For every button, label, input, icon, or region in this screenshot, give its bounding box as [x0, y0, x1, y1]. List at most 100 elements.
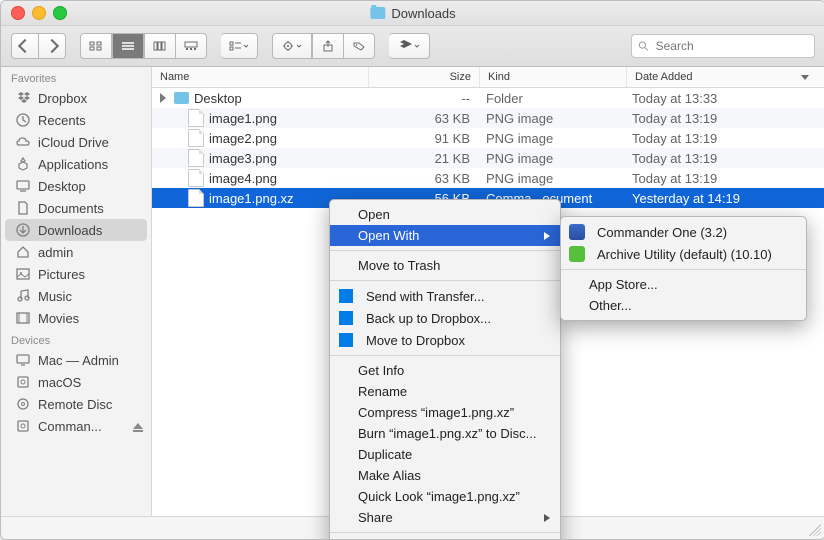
submenu-arrow-icon [544, 514, 550, 522]
file-name: image4.png [209, 171, 277, 186]
menu-item-move-to-trash[interactable]: Move to Trash [330, 255, 560, 276]
menu-item-label: Make Alias [358, 468, 421, 483]
menu-item-make-alias[interactable]: Make Alias [330, 465, 560, 486]
menu-item-open[interactable]: Open [330, 204, 560, 225]
sidebar-item-remote-disc[interactable]: Remote Disc [1, 393, 151, 415]
menu-item-label: Burn “image1.png.xz” to Disc... [358, 426, 536, 441]
file-kind-cell: PNG image [478, 171, 624, 186]
file-name-cell: Desktop [152, 91, 368, 106]
menu-item-burn-image1-png-xz-to-disc[interactable]: Burn “image1.png.xz” to Disc... [330, 423, 560, 444]
sidebar-item-label: macOS [38, 375, 81, 390]
menu-item-open-with[interactable]: Open With [330, 225, 560, 246]
menu-item-duplicate[interactable]: Duplicate [330, 444, 560, 465]
search-input[interactable] [654, 38, 808, 54]
file-kind-cell: PNG image [478, 111, 624, 126]
dropbox-group [389, 33, 430, 59]
file-row[interactable]: Desktop--FolderToday at 13:33 [152, 88, 824, 108]
view-gallery-button[interactable] [176, 33, 207, 59]
sidebar-item-dropbox[interactable]: Dropbox [1, 87, 151, 109]
sidebar-item-label: Movies [38, 311, 79, 326]
menu-item-label: Archive Utility (default) (10.10) [597, 247, 772, 262]
sidebar-item-label: Applications [38, 157, 108, 172]
file-date-cell: Today at 13:33 [624, 91, 824, 106]
share-button[interactable] [312, 33, 344, 59]
sidebar-section-header: Favorites [1, 67, 151, 87]
file-row[interactable]: image2.png91 KBPNG imageToday at 13:19 [152, 128, 824, 148]
menu-item-get-info[interactable]: Get Info [330, 360, 560, 381]
menu-item-send-with-transfer[interactable]: Send with Transfer... [330, 285, 560, 307]
sidebar-item-icloud-drive[interactable]: iCloud Drive [1, 131, 151, 153]
column-name[interactable]: Name [152, 67, 369, 87]
view-icon-button[interactable] [80, 33, 112, 59]
view-columns-button[interactable] [144, 33, 176, 59]
folder-icon [174, 92, 189, 104]
app-icon [569, 246, 585, 262]
view-buttons [80, 33, 207, 59]
file-icon [188, 129, 204, 147]
column-kind[interactable]: Kind [480, 67, 627, 87]
column-size[interactable]: Size [369, 67, 480, 87]
submenu-item-app-store[interactable]: App Store... [561, 274, 806, 295]
sidebar-item-comman-[interactable]: Comman... [1, 415, 151, 437]
desktop-icon [15, 178, 31, 194]
sidebar-item-label: iCloud Drive [38, 135, 109, 150]
menu-item-share[interactable]: Share [330, 507, 560, 528]
traffic-lights [1, 6, 67, 20]
submenu-item-commander-one-3-2[interactable]: Commander One (3.2) [561, 221, 806, 243]
sidebar-item-mac-admin[interactable]: Mac — Admin [1, 349, 151, 371]
menu-item-rename[interactable]: Rename [330, 381, 560, 402]
back-button[interactable] [11, 33, 39, 59]
menu-item-label: Share [358, 510, 393, 525]
dropbox-icon [338, 310, 354, 326]
sidebar-item-pictures[interactable]: Pictures [1, 263, 151, 285]
submenu-item-other[interactable]: Other... [561, 295, 806, 316]
file-row[interactable]: image4.png63 KBPNG imageToday at 13:19 [152, 168, 824, 188]
menu-item-back-up-to-dropbox[interactable]: Back up to Dropbox... [330, 307, 560, 329]
eject-icon[interactable] [133, 423, 143, 429]
file-icon [188, 149, 204, 167]
sidebar-item-downloads[interactable]: Downloads [5, 219, 147, 241]
dropbox-icon [15, 90, 31, 106]
search-field[interactable] [631, 34, 815, 58]
sidebar-item-desktop[interactable]: Desktop [1, 175, 151, 197]
sidebar-item-music[interactable]: Music [1, 285, 151, 307]
sidebar-item-admin[interactable]: admin [1, 241, 151, 263]
menu-item-quick-look-image1-png-xz[interactable]: Quick Look “image1.png.xz” [330, 486, 560, 507]
context-menu[interactable]: Open Open With Move to Trash Send with Tran… [329, 199, 561, 540]
file-date-cell: Today at 13:19 [624, 131, 824, 146]
forward-button[interactable] [39, 33, 66, 59]
disclosure-triangle-icon[interactable] [160, 93, 166, 103]
menu-item-move-to-dropbox[interactable]: Move to Dropbox [330, 329, 560, 351]
sidebar-item-documents[interactable]: Documents [1, 197, 151, 219]
column-date-added[interactable]: Date Added [627, 67, 824, 87]
file-kind-cell: PNG image [478, 151, 624, 166]
open-with-submenu[interactable]: Commander One (3.2) Archive Utility (defa… [560, 216, 807, 321]
menu-item-label: Move to Trash [358, 258, 440, 273]
gear-icon [281, 40, 303, 52]
sidebar-item-macos[interactable]: macOS [1, 371, 151, 393]
dropbox-toolbar-button[interactable] [389, 33, 430, 59]
home-icon [15, 244, 31, 260]
menu-item-label: App Store... [589, 277, 658, 292]
action-button[interactable] [272, 33, 312, 59]
sidebar-item-movies[interactable]: Movies [1, 307, 151, 329]
close-window-button[interactable] [11, 6, 25, 20]
file-row[interactable]: image1.png63 KBPNG imageToday at 13:19 [152, 108, 824, 128]
submenu-item-archive-utility-default-10-10[interactable]: Archive Utility (default) (10.10) [561, 243, 806, 265]
view-list-button[interactable] [112, 33, 144, 59]
share-icon [321, 40, 335, 52]
file-icon [188, 189, 204, 207]
file-size-cell: 63 KB [368, 111, 478, 126]
file-row[interactable]: image3.png21 KBPNG imageToday at 13:19 [152, 148, 824, 168]
sidebar-item-label: Downloads [38, 223, 102, 238]
menu-item-compress-image1-png-xz[interactable]: Compress “image1.png.xz” [330, 402, 560, 423]
zoom-window-button[interactable] [53, 6, 67, 20]
sidebar-item-recents[interactable]: Recents [1, 109, 151, 131]
minimize-window-button[interactable] [32, 6, 46, 20]
nav-buttons [11, 33, 66, 59]
tags-button[interactable] [344, 33, 375, 59]
menu-item-label: Open With [358, 228, 419, 243]
menu-item-label: Commander One (3.2) [597, 225, 727, 240]
arrange-button[interactable] [221, 33, 258, 59]
sidebar-item-applications[interactable]: Applications [1, 153, 151, 175]
